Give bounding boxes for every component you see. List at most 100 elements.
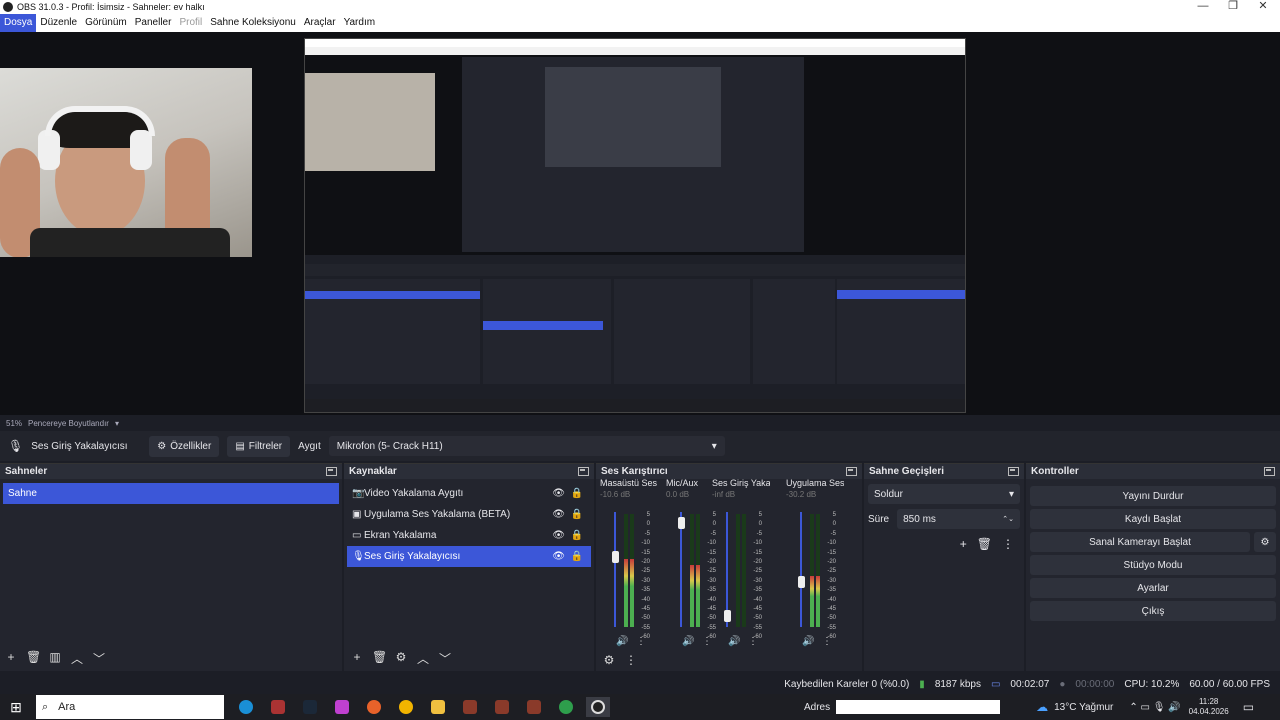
move-down-icon[interactable]: ﹀ <box>92 650 106 667</box>
source-item[interactable]: 📷 Video Yakalama Aygıtı 👁 🔒 <box>347 483 591 504</box>
volume-fader[interactable] <box>611 512 619 627</box>
source-item-selected[interactable]: 🎙 Ses Giriş Yakalayıcısı 👁 🔒 <box>347 546 591 567</box>
add-icon[interactable]: + <box>4 650 18 667</box>
minimize-button[interactable]: — <box>1188 0 1218 14</box>
lock-icon[interactable]: 🔒 <box>571 488 583 499</box>
trash-icon[interactable]: 🗑 <box>372 650 387 667</box>
undock-icon[interactable] <box>578 467 589 476</box>
start-virtual-camera-button[interactable]: Sanal Kamerayı Başlat <box>1030 532 1250 552</box>
mute-icon[interactable]: 🔊 <box>802 636 814 647</box>
undock-icon[interactable] <box>1008 467 1019 476</box>
filters-button[interactable]: ▤ Filtreler <box>227 435 291 457</box>
chevron-down-icon[interactable]: ▾ <box>115 419 119 428</box>
eye-icon[interactable]: 👁 <box>552 530 565 541</box>
volume-fader[interactable] <box>677 512 685 627</box>
eye-icon[interactable]: 👁 <box>552 488 565 499</box>
volume-fader[interactable] <box>723 512 731 627</box>
stop-streaming-button[interactable]: Yayını Durdur <box>1030 486 1276 506</box>
selected-source-name: Ses Giriş Yakalayıcısı <box>31 440 128 452</box>
more-options-icon[interactable]: ⋮ <box>822 636 832 647</box>
mute-icon[interactable]: 🔊 <box>616 636 628 647</box>
source-item[interactable]: ▭ Ekran Yakalama 👁 🔒 <box>347 525 591 546</box>
tray-icons[interactable]: ⌃ ▭ 🎙 🔊 <box>1129 702 1180 713</box>
move-up-icon[interactable]: ︿ <box>416 650 430 667</box>
duration-spinbox[interactable]: 850 ms ⌃⌄ <box>897 509 1020 529</box>
filter-icon[interactable]: ▥ <box>48 650 62 667</box>
undock-icon[interactable] <box>326 467 337 476</box>
edge-icon[interactable] <box>234 697 258 717</box>
gear-icon[interactable]: ⚙ <box>394 650 408 667</box>
lock-icon[interactable]: 🔒 <box>571 509 583 520</box>
taskbar-search[interactable]: ⌕ Ara <box>36 695 224 719</box>
exit-button[interactable]: Çıkış <box>1030 601 1276 621</box>
notification-icon[interactable]: ▭ <box>1243 700 1254 714</box>
add-icon[interactable]: + <box>960 537 967 551</box>
settings-button[interactable]: Ayarlar <box>1030 578 1276 598</box>
chrome-icon[interactable] <box>394 697 418 717</box>
eye-icon[interactable]: 👁 <box>552 551 565 562</box>
scenes-dock: Sahneler Sahne + 🗑 ▥ ︿ ﹀ <box>0 463 342 671</box>
app-icon[interactable] <box>266 697 290 717</box>
lock-icon[interactable]: 🔒 <box>571 551 583 562</box>
studio-mode-button[interactable]: Stüdyo Modu <box>1030 555 1276 575</box>
channel-name: Masaüstü Ses <box>600 478 658 488</box>
source-item[interactable]: ▣ Uygulama Ses Yakalama (BETA) 👁 🔒 <box>347 504 591 525</box>
menu-scene-collection[interactable]: Sahne Koleksiyonu <box>206 14 300 32</box>
transition-select[interactable]: Soldur ▾ <box>868 484 1020 504</box>
monitor-icon: ▭ <box>352 530 362 541</box>
more-options-icon[interactable]: ⋮ <box>636 636 646 647</box>
more-options-icon[interactable]: ⋮ <box>1002 537 1014 551</box>
properties-button[interactable]: ⚙ Özellikler <box>149 435 220 457</box>
steam-icon[interactable] <box>298 697 322 717</box>
level-meter <box>742 514 746 627</box>
scene-item[interactable]: Sahne <box>3 483 339 504</box>
windows-start-icon[interactable]: ⊞ <box>4 697 28 717</box>
record-icon: ● <box>1059 678 1066 690</box>
mixer-channel: Uygulama Ses Ya -30.2 dB 50-5-10-15-20-25-… <box>786 478 844 648</box>
trash-icon[interactable]: 🗑 <box>26 650 41 667</box>
menu-help[interactable]: Yardım <box>340 14 380 32</box>
address-label: Adres <box>804 701 831 713</box>
move-down-icon[interactable]: ﹀ <box>438 650 452 667</box>
undock-icon[interactable] <box>1264 467 1275 476</box>
more-options-icon[interactable]: ⋮ <box>624 653 638 667</box>
trash-icon[interactable]: 🗑 <box>977 537 992 551</box>
close-button[interactable]: ✕ <box>1248 0 1278 14</box>
app-icon[interactable] <box>458 697 482 717</box>
volume-fader[interactable] <box>797 512 805 627</box>
eye-icon[interactable]: 👁 <box>552 509 565 520</box>
app-audio-icon: ▣ <box>352 509 362 520</box>
obs-icon[interactable] <box>586 697 610 717</box>
more-options-icon[interactable]: ⋮ <box>748 636 758 647</box>
chrome-icon[interactable] <box>554 697 578 717</box>
fps: 60.00 / 60.00 FPS <box>1189 678 1270 690</box>
zoom-mode-dropdown[interactable]: Pencereye Boyutlandır <box>28 419 109 428</box>
app-icon[interactable] <box>490 697 514 717</box>
undock-icon[interactable] <box>846 467 857 476</box>
menu-view[interactable]: Görünüm <box>81 14 131 32</box>
firefox-icon[interactable] <box>362 697 386 717</box>
advanced-audio-icon[interactable]: ⚙ <box>602 653 616 667</box>
mute-icon[interactable]: 🔊 <box>682 636 694 647</box>
windows-taskbar: ⊞ ⌕ Ara Adres ☁ 13°C Yağmur ⌃ ▭ 🎙 🔊 11:28… <box>0 694 1280 720</box>
app-icon[interactable] <box>522 697 546 717</box>
spin-arrows-icon[interactable]: ⌃⌄ <box>1002 515 1014 523</box>
start-recording-button[interactable]: Kaydı Başlat <box>1030 509 1276 529</box>
move-up-icon[interactable]: ︿ <box>70 650 84 667</box>
address-input[interactable] <box>836 700 1001 714</box>
menu-profile[interactable]: Profil <box>175 14 206 32</box>
virtual-camera-settings-icon[interactable]: ⚙ <box>1254 532 1276 552</box>
add-icon[interactable]: + <box>350 650 364 667</box>
lock-icon[interactable]: 🔒 <box>571 530 583 541</box>
menu-file[interactable]: Dosya <box>0 14 37 32</box>
menu-tools[interactable]: Araçlar <box>300 14 340 32</box>
mute-icon[interactable]: 🔊 <box>728 636 740 647</box>
more-options-icon[interactable]: ⋮ <box>702 636 712 647</box>
app-purple-icon[interactable] <box>330 697 354 717</box>
device-select[interactable]: Mikrofon (5- Crack H11) ▾ <box>328 436 725 456</box>
menu-edit[interactable]: Düzenle <box>36 14 81 32</box>
maximize-button[interactable]: ❐ <box>1218 0 1248 14</box>
file-explorer-icon[interactable] <box>426 697 450 717</box>
transitions-title: Sahne Geçişleri <box>869 466 945 477</box>
menu-docks[interactable]: Paneller <box>131 14 176 32</box>
